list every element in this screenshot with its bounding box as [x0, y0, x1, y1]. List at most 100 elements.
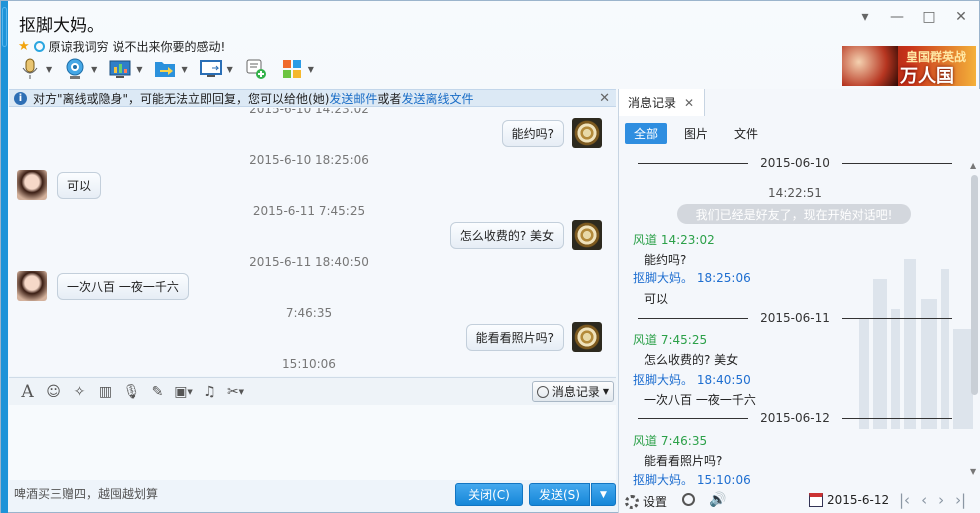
ad-character-image: [842, 46, 898, 86]
apps-button[interactable]: ▼: [279, 57, 314, 81]
system-message: 我们已经是好友了，现在开始对话吧!: [677, 204, 911, 224]
history-log[interactable]: 2015-06-10 14:22:51 我们已经是好友了，现在开始对话吧! 风道…: [625, 149, 971, 494]
filter-images[interactable]: 图片: [675, 123, 717, 144]
settings-button[interactable]: 设置: [625, 493, 667, 510]
timestamp: 7:46:35: [285, 306, 333, 320]
timestamp: 2015-6-11 18:40:50: [249, 255, 369, 269]
history-message: 能约吗?: [644, 253, 687, 267]
create-discussion-button[interactable]: [243, 57, 269, 81]
signature-row: ★ 原谅我词穷 说不出来你要的感动!: [18, 38, 225, 55]
avatar-me[interactable]: [572, 118, 602, 148]
message-bubble[interactable]: 能看看照片吗?: [465, 323, 564, 351]
message-input[interactable]: [9, 405, 616, 480]
window-controls: ▾ — □ ✕: [857, 9, 969, 25]
video-clip-icon[interactable]: ▥: [97, 383, 114, 400]
screen-share-button[interactable]: ▼: [198, 57, 233, 81]
speaker-icon[interactable]: 🔊: [709, 492, 726, 508]
first-page-icon[interactable]: |‹: [899, 491, 910, 509]
timestamp: 2015-6-10 14:23:02: [249, 108, 369, 116]
image-icon[interactable]: ▣ ▼: [174, 383, 193, 400]
timestamp: 2015-6-10 18:25:06: [249, 153, 369, 167]
prev-page-icon[interactable]: ‹: [921, 491, 927, 509]
history-sender: 风道 7:46:35: [633, 434, 708, 448]
history-scrollbar[interactable]: ▲ ▼: [970, 161, 979, 479]
star-icon[interactable]: ★: [18, 39, 30, 54]
remote-assist-button[interactable]: ▼: [107, 57, 142, 81]
ring-icon[interactable]: [33, 41, 45, 52]
history-message: 能看看照片吗?: [644, 454, 723, 468]
message-bubble[interactable]: 怎么收费的? 美女: [449, 221, 564, 249]
chevron-down-icon: ▼: [602, 387, 609, 396]
drag-handle[interactable]: [2, 7, 7, 47]
history-sender: 抠脚大妈。 15:10:06: [633, 473, 751, 487]
monitor-chart-icon: [107, 57, 133, 81]
history-pagination: |‹ ‹ › ›|: [899, 491, 966, 509]
info-icon: i: [14, 91, 27, 105]
chat-message-area[interactable]: 2015-6-10 14:23:02 能约吗? 2015-6-10 18:25:…: [9, 108, 616, 376]
promo-text-link[interactable]: 啤酒买三赠四，越囤越划算: [14, 485, 158, 502]
edit-icon[interactable]: ✎: [149, 383, 166, 400]
history-message: 怎么收费的? 美女: [644, 353, 739, 367]
left-accent-bar: [1, 1, 8, 513]
emoji-icon[interactable]: ☺: [45, 383, 62, 400]
voice-call-button[interactable]: ▼: [17, 57, 52, 81]
notice-mid-text: 或者: [377, 91, 402, 106]
avatar-contact[interactable]: [17, 271, 47, 301]
scroll-thumb[interactable]: [971, 175, 978, 395]
history-sender: 风道 14:23:02: [633, 233, 715, 247]
message-row: 能约吗?: [501, 118, 602, 148]
notice-text: 对方"离线或隐身"，可能无法立即回复，您可以给他(她): [33, 91, 330, 106]
filter-files[interactable]: 文件: [725, 123, 767, 144]
history-sender: 抠脚大妈。 18:25:06: [633, 271, 751, 285]
close-tab-icon[interactable]: ✕: [684, 96, 694, 110]
voice-message-icon[interactable]: 🎙: [123, 383, 141, 400]
minimize-button[interactable]: —: [889, 9, 905, 25]
message-bubble[interactable]: 可以: [57, 171, 102, 199]
main-toolbar: ▼ ▼ ▼ ▼ ▼ ▼: [17, 57, 314, 81]
maximize-button[interactable]: □: [921, 9, 937, 25]
history-message: 可以: [644, 292, 669, 306]
last-page-icon[interactable]: ›|: [955, 491, 966, 509]
screenshot-scissors-icon[interactable]: ✂ ▼: [227, 383, 244, 400]
message-history-button[interactable]: 消息记录 ▼: [531, 381, 614, 402]
system-time: 14:22:51: [768, 186, 822, 200]
message-bubble[interactable]: 能约吗?: [501, 119, 564, 147]
font-icon[interactable]: A: [19, 382, 36, 402]
dropdown-arrow-icon[interactable]: ▾: [857, 9, 873, 25]
shake-icon[interactable]: ✧: [71, 383, 88, 400]
timestamp: 2015-6-11 7:45:25: [252, 204, 366, 218]
send-offline-file-link[interactable]: 发送离线文件: [401, 90, 473, 107]
close-notice-icon[interactable]: ✕: [599, 91, 610, 106]
message-row: 一次八百 一夜一千六: [17, 271, 189, 301]
send-email-link[interactable]: 发送邮件: [329, 90, 377, 107]
timestamp: 15:10:06: [282, 357, 336, 371]
avatar-me[interactable]: [572, 322, 602, 352]
avatar-contact[interactable]: [17, 170, 47, 200]
contact-name: 抠脚大妈。: [19, 16, 104, 36]
clock-icon: [536, 385, 549, 398]
scroll-up-icon[interactable]: ▲: [970, 161, 976, 170]
scroll-down-arrow-icon[interactable]: ▼: [970, 467, 976, 476]
video-call-button[interactable]: ▼: [62, 57, 97, 81]
chat-add-icon: [243, 57, 269, 81]
date-picker[interactable]: 2015-6-12: [809, 493, 889, 507]
send-file-button[interactable]: ▼: [152, 57, 188, 81]
message-bubble[interactable]: 一次八百 一夜一千六: [57, 272, 189, 300]
send-button[interactable]: 发送(S): [529, 483, 590, 506]
webcam-icon: [62, 57, 88, 81]
settings-label: 设置: [643, 495, 668, 509]
apps-grid-icon: [279, 57, 305, 81]
music-icon[interactable]: ♫: [201, 383, 218, 400]
history-message: 一次八百 一夜一千六: [644, 393, 756, 407]
ad-banner[interactable]: 皇国群英战 万人国战!: [842, 46, 976, 86]
search-icon[interactable]: [682, 493, 695, 506]
close-button[interactable]: 关闭(C): [455, 483, 523, 506]
avatar-me[interactable]: [572, 220, 602, 250]
calendar-icon: [809, 493, 823, 507]
send-options-dropdown[interactable]: ▼: [591, 483, 616, 506]
date-separator: 2015-06-11: [625, 311, 965, 325]
tab-message-history[interactable]: 消息记录 ✕: [619, 89, 705, 116]
next-page-icon[interactable]: ›: [938, 491, 944, 509]
close-window-button[interactable]: ✕: [953, 9, 969, 25]
filter-all[interactable]: 全部: [625, 123, 668, 144]
